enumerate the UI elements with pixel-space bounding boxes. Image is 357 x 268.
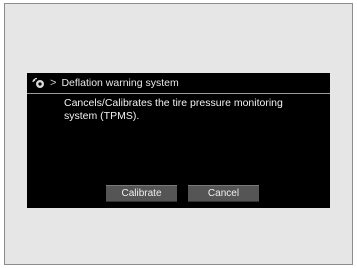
tpms-dialog-screen: > Deflation warning system Cancels/Calib… [27, 73, 330, 208]
tire-settings-icon [32, 77, 46, 89]
chevron-right-icon: > [50, 76, 57, 89]
cancel-button[interactable]: Cancel [188, 185, 259, 202]
screen-title: Deflation warning system [61, 77, 179, 89]
header-divider [27, 93, 330, 94]
calibrate-button[interactable]: Calibrate [106, 185, 177, 202]
header-bar: > Deflation warning system [27, 73, 330, 93]
description-text: Cancels/Calibrates the tire pressure mon… [64, 97, 283, 122]
